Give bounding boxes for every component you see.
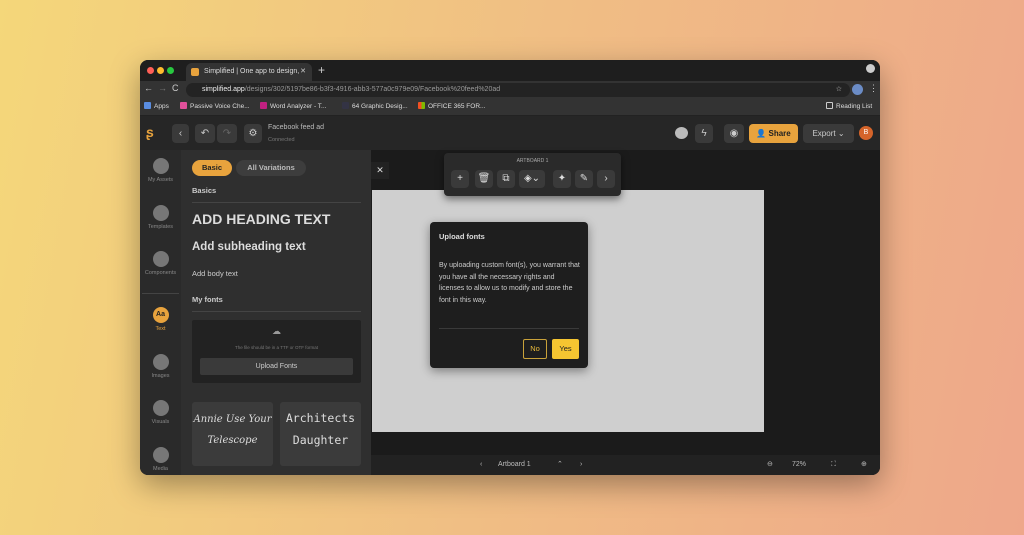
sidebar-item-text[interactable]: Aa Text [140,307,181,332]
tab-title: Simplified | One app to design, [204,68,300,75]
chevron-up-icon[interactable]: ⌃ [557,455,563,475]
add-user-icon: 👤 [756,129,767,138]
document-title[interactable]: Facebook feed ad [268,124,324,131]
menu-icon[interactable]: ⋮ [869,83,878,94]
font-upload-dropzone[interactable]: ☁ The file should be in a TTF or OTF for… [192,320,361,383]
zoom-in-icon[interactable]: ⊕ [861,455,867,475]
browser-window: Simplified | One app to design, ✕ + ← → C… [140,60,880,475]
artboard-toolbar: ARTBOARD 1 + 🗑 ⧉ ◈⌄ ✦ ✎ › [444,153,621,196]
components-icon [152,251,169,267]
reload-icon[interactable]: C [172,83,179,93]
forward-icon[interactable]: → [158,83,167,93]
visuals-icon [152,400,169,416]
duplicate-button[interactable]: ⧉ [497,170,515,188]
redo-button[interactable]: ↷ [217,124,237,143]
tab-bar: Simplified | One app to design, ✕ + [140,60,880,81]
sidebar-item-my-assets[interactable]: My Assets [140,158,181,183]
artboard-title: ARTBOARD 1 [516,158,549,164]
profile-avatar[interactable] [852,84,863,95]
fullscreen-icon[interactable]: ⛶ [831,455,836,475]
bookmark-passive-voice[interactable]: Passive Voice Che... [180,99,250,115]
sidebar-item-components[interactable]: Components [140,251,181,276]
add-subheading-text[interactable]: Add subheading text [192,241,306,253]
eyedropper-button[interactable]: ✎ [575,170,593,188]
sidebar-item-media[interactable]: Media [140,447,181,472]
dialog-body: By uploading custom font(s), you warrant… [439,262,580,305]
dialog-title: Upload fonts [439,232,485,241]
bookmark-graphic-design[interactable]: 64 Graphic Desig... [342,99,408,115]
bookmark-word-analyzer[interactable]: Word Analyzer - T... [260,99,326,115]
prev-artboard-icon[interactable]: ‹ [480,455,482,475]
tab-basic[interactable]: Basic [192,160,232,176]
folder-icon [152,158,169,174]
upload-fonts-button[interactable]: Upload Fonts [200,358,353,375]
sidebar-item-visuals[interactable]: Visuals [140,400,181,425]
image-icon [152,354,169,370]
zoom-level[interactable]: 72% [792,455,806,475]
delete-button[interactable]: 🗑 [475,170,493,188]
divider [439,328,579,329]
comments-icon[interactable] [675,127,688,139]
export-button[interactable]: Export ⌄ [803,124,854,143]
upload-fonts-dialog: Upload fonts By uploading custom font(s)… [430,222,588,368]
reading-list[interactable]: Reading List [826,99,872,115]
font-card-architects-daughter[interactable]: Architects Daughter [280,402,361,466]
bookmark-office365[interactable]: OFFICE 365 FOR... [418,99,485,115]
bottom-bar: ‹ Artboard 1 ⌃ › ⊖ 72% ⛶ ⊕ [371,455,880,475]
sidebar-item-images[interactable]: Images [140,354,181,379]
tab-all-variations[interactable]: All Variations [236,160,306,176]
bookmark-apps[interactable]: Apps [144,99,169,115]
close-window-button[interactable] [147,67,154,74]
new-tab-button[interactable]: + [318,63,325,77]
divider [192,311,361,312]
close-panel-button[interactable]: ✕ [371,162,389,179]
add-heading-text[interactable]: ADD HEADING TEXT [192,211,330,227]
upload-hint: The file should be in a TTF or OTF forma… [235,345,318,350]
zoom-out-icon[interactable]: ⊖ [767,455,773,475]
undo-button[interactable]: ↶ [195,124,215,143]
divider [192,202,361,203]
next-artboard-icon[interactable]: › [580,455,582,475]
lightning-button[interactable]: ϟ [695,124,713,143]
my-fonts-heading: My fonts [192,295,223,304]
maximize-window-button[interactable] [167,67,174,74]
fill-color-dropdown[interactable]: ◈⌄ [519,170,545,188]
sidebar-item-templates[interactable]: Templates [140,205,181,230]
extension-icon[interactable] [866,64,875,73]
templates-icon [152,205,169,221]
back-button[interactable]: ‹ [172,124,189,143]
app-header: ʂ ‹ ↶ ↷ ⚙ Facebook feed ad Connected ϟ ◉… [140,116,880,150]
close-tab-icon[interactable]: ✕ [300,63,306,81]
add-artboard-button[interactable]: + [451,170,469,188]
preview-button[interactable]: ◉ [724,124,744,143]
no-button[interactable]: No [523,339,547,359]
connection-status: Connected [268,137,295,143]
text-panel: Basic All Variations Basics ADD HEADING … [181,150,371,475]
text-aa-icon: Aa [152,307,169,323]
back-icon[interactable]: ← [144,83,153,93]
bookmark-star-icon[interactable]: ☆ [836,83,842,97]
address-bar-row: ← → C simplified.app/designs/302/5197be8… [140,81,880,99]
font-card-annie-use-your-telescope[interactable]: Annie Use Your Telescope [192,402,273,466]
browser-tab[interactable]: Simplified | One app to design, ✕ [186,63,312,81]
more-chevron-button[interactable]: › [597,170,615,188]
yes-button[interactable]: Yes [552,339,579,359]
artboard-selector[interactable]: Artboard 1 [498,455,531,475]
play-icon [152,447,169,463]
url-input[interactable]: simplified.app/designs/302/5197be86-b3f3… [186,83,850,97]
favicon-icon [191,68,199,76]
add-body-text[interactable]: Add body text [192,269,238,278]
user-avatar[interactable]: B [859,126,873,140]
basics-heading: Basics [192,186,217,195]
simplified-logo[interactable]: ʂ [146,124,154,140]
bookmarks-bar: Apps Passive Voice Che... Word Analyzer … [140,99,880,116]
cloud-upload-icon: ☁ [272,326,281,336]
chevron-down-icon: ⌄ [837,129,845,138]
share-button[interactable]: 👤 Share [749,124,798,143]
divider [142,293,179,294]
magic-wand-button[interactable]: ✦ [553,170,571,188]
minimize-window-button[interactable] [157,67,164,74]
sidebar-rail: My Assets Templates Components Aa Text Im… [140,150,181,475]
settings-button[interactable]: ⚙ [244,124,262,143]
